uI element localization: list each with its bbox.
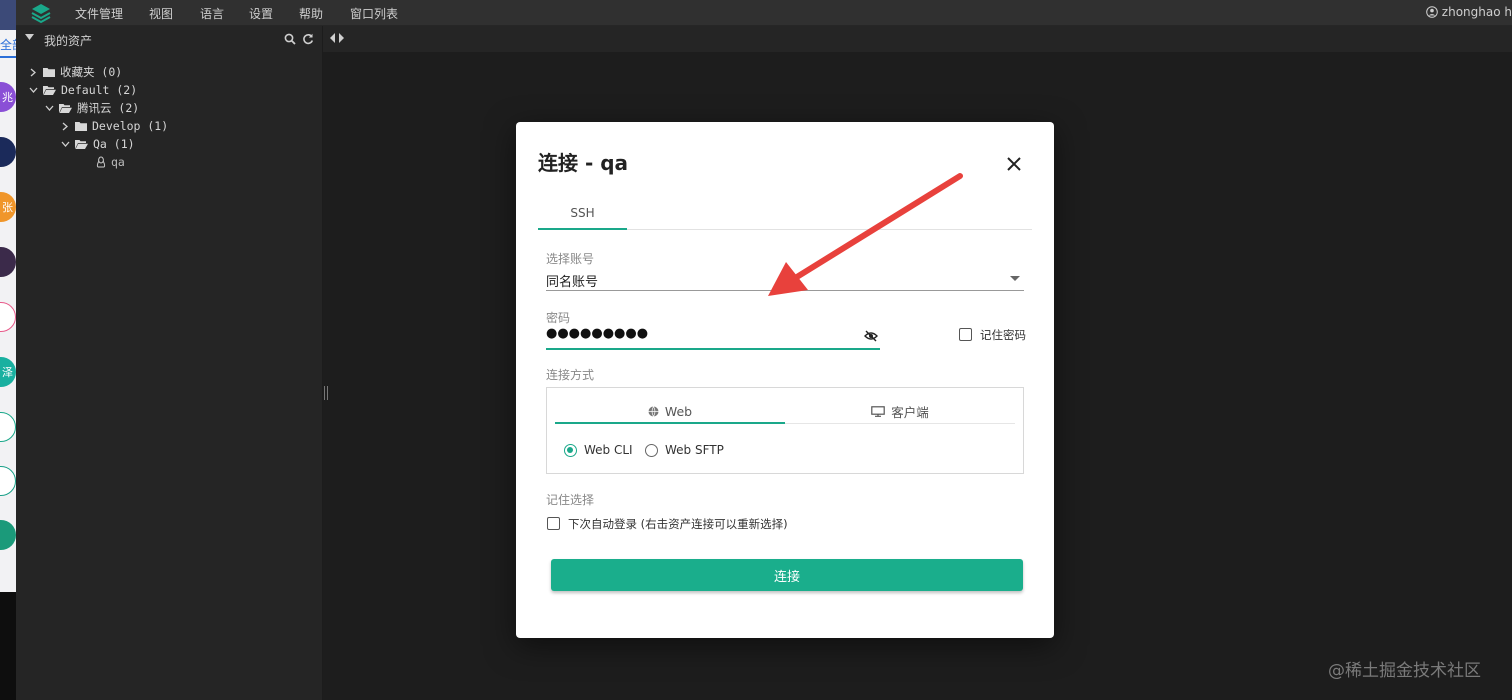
tree-item-develop[interactable]: Develop (1) xyxy=(60,117,168,135)
remember-choice-label: 记住选择 xyxy=(546,493,595,507)
watermark: @稀土掘金技术社区 xyxy=(1328,661,1481,681)
tab-client[interactable]: 客户端 xyxy=(785,398,1015,424)
sidebar-header: 我的资产 xyxy=(16,26,323,54)
menu-settings[interactable]: 设置 xyxy=(249,5,273,22)
user-name: zhonghao h xyxy=(1441,5,1512,19)
chevron-down-icon[interactable] xyxy=(60,139,70,149)
chevron-down-icon[interactable] xyxy=(28,85,38,95)
folder-open-icon xyxy=(59,104,72,113)
dialog-title: 连接 - qa xyxy=(538,151,629,175)
tree-item-default[interactable]: Default (2) xyxy=(28,81,137,99)
chevron-right-icon[interactable] xyxy=(28,67,38,77)
folder-icon xyxy=(43,68,55,77)
caret-down-icon[interactable] xyxy=(25,34,34,41)
tab-ssh[interactable]: SSH xyxy=(538,204,627,230)
user-menu[interactable]: zhonghao h xyxy=(1425,5,1512,19)
tree-item-qa-folder[interactable]: Qa (1) xyxy=(60,135,135,153)
radio-web-cli-label: Web CLI xyxy=(584,443,633,457)
password-value: ●●●●●●●●● xyxy=(546,326,649,341)
annotation-arrow-icon xyxy=(768,173,963,296)
tab-client-label: 客户端 xyxy=(891,404,929,420)
radio-web-cli[interactable] xyxy=(564,444,577,457)
menu-language[interactable]: 语言 xyxy=(200,5,224,22)
password-underline xyxy=(546,348,880,350)
tab-web[interactable]: Web xyxy=(555,398,785,424)
external-strip-top xyxy=(0,0,16,30)
tab-web-label: Web xyxy=(664,403,693,419)
folder-open-icon xyxy=(43,86,56,95)
linux-icon xyxy=(96,156,106,168)
collapse-toggle-icon[interactable] xyxy=(329,32,345,44)
monitor-icon xyxy=(871,405,886,417)
top-menubar: 文件管理 视图 语言 设置 帮助 窗口列表 zhonghao h xyxy=(16,0,1512,26)
active-tab-indicator xyxy=(555,422,785,424)
radio-web-sftp-label: Web SFTP xyxy=(665,443,724,457)
tree-item-label: 收藏夹 (0) xyxy=(60,65,123,79)
connection-method-panel: Web 客户端 Web CLI Web SFTP xyxy=(546,387,1024,474)
close-icon[interactable] xyxy=(1002,152,1026,176)
external-tab-all[interactable]: 全部 xyxy=(0,36,16,58)
menu-help[interactable]: 帮助 xyxy=(299,5,323,22)
folder-open-icon xyxy=(75,140,88,149)
globe-icon xyxy=(648,405,659,417)
splitter-handle[interactable] xyxy=(324,386,328,400)
remember-password-label: 记住密码 xyxy=(980,328,1026,342)
eye-off-icon[interactable] xyxy=(864,330,878,342)
chevron-down-icon[interactable] xyxy=(44,103,54,113)
app-logo-icon xyxy=(31,4,51,24)
menu-view[interactable]: 视图 xyxy=(149,5,173,22)
tree-item-label: Qa (1) xyxy=(93,137,135,151)
sidebar-title: 我的资产 xyxy=(44,34,93,48)
tree-item-favorites[interactable]: 收藏夹 (0) xyxy=(28,63,122,81)
menu-window-list[interactable]: 窗口列表 xyxy=(350,5,398,22)
connect-button[interactable]: 连接 xyxy=(551,559,1023,591)
refresh-icon[interactable] xyxy=(302,33,314,45)
chevron-right-icon[interactable] xyxy=(60,121,70,131)
account-select-value: 同名账号 xyxy=(546,275,599,290)
tree-item-tencent-cloud[interactable]: 腾讯云 (2) xyxy=(44,99,139,117)
account-label: 选择账号 xyxy=(546,252,595,266)
dropdown-caret-icon[interactable] xyxy=(1010,276,1020,281)
external-app-strip: 全部 兆 张 泽 xyxy=(0,0,16,700)
tree-item-label: Develop (1) xyxy=(92,119,169,133)
menu-file-manager[interactable]: 文件管理 xyxy=(75,5,123,22)
radio-web-sftp[interactable] xyxy=(645,444,658,457)
tree-item-label: 腾讯云 (2) xyxy=(77,101,140,115)
tree-item-label: qa xyxy=(111,155,125,169)
tree-item-qa-host[interactable]: qa xyxy=(96,153,125,171)
folder-icon xyxy=(75,122,87,131)
tree-item-label: Default (2) xyxy=(61,83,138,97)
password-label: 密码 xyxy=(546,311,571,325)
main-toolbar xyxy=(323,26,1512,52)
auto-login-label: 下次自动登录 (右击资产连接可以重新选择) xyxy=(568,517,788,531)
remember-password-checkbox[interactable] xyxy=(959,328,972,341)
search-icon[interactable] xyxy=(284,33,296,45)
asset-sidebar: 我的资产 收藏夹 (0) Default (2) 腾讯云 (2) Develop… xyxy=(16,26,323,700)
auto-login-checkbox[interactable] xyxy=(547,517,560,530)
method-label: 连接方式 xyxy=(546,368,595,382)
user-icon xyxy=(1425,6,1438,18)
